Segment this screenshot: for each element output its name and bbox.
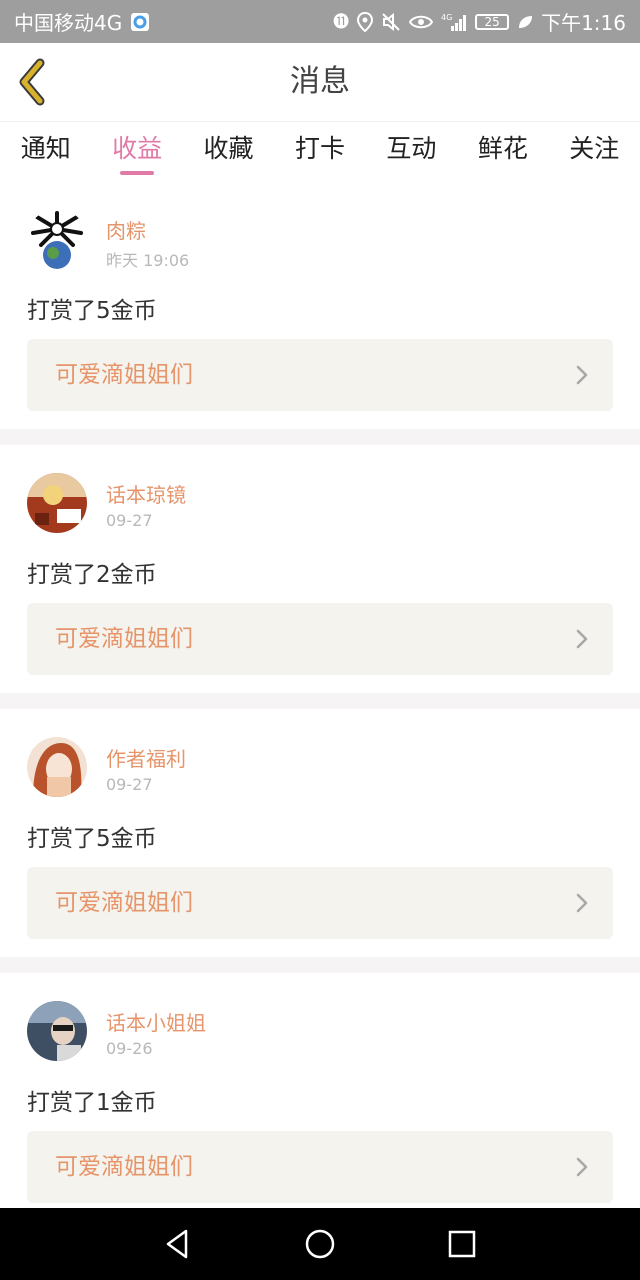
- avatar-image: [27, 737, 87, 797]
- status-bar: 中国移动4G ⓫ 4G 25 下午1:16: [0, 0, 640, 43]
- home-circle-icon[interactable]: [302, 1226, 338, 1262]
- work-title: 可爱滴姐姐们: [55, 890, 193, 916]
- chevron-right-icon: [576, 893, 588, 913]
- avatar[interactable]: [27, 209, 87, 269]
- tab-flowers[interactable]: 鲜花: [474, 121, 532, 181]
- system-nav-bar: [0, 1208, 640, 1280]
- svg-text:4G: 4G: [441, 13, 452, 22]
- tab-label: 鲜花: [477, 134, 528, 163]
- avatar[interactable]: [27, 473, 87, 533]
- timestamp: 09-27: [106, 511, 153, 530]
- avatar[interactable]: [27, 737, 87, 797]
- list-item: 话本琼镜 09-27 打赏了2金币 可爱滴姐姐们: [0, 445, 640, 693]
- timestamp: 昨天 19:06: [106, 251, 190, 270]
- timestamp: 09-26: [106, 1039, 153, 1058]
- clock: 下午1:16: [541, 11, 626, 35]
- message-text: 打赏了5金币: [27, 826, 157, 852]
- tab-label: 收藏: [203, 134, 254, 163]
- avatar[interactable]: [27, 1001, 87, 1061]
- tab-interaction[interactable]: 互动: [382, 121, 440, 181]
- active-tab-indicator: [120, 171, 155, 175]
- page-title: 消息: [290, 64, 350, 99]
- work-link[interactable]: 可爱滴姐姐们: [27, 1131, 613, 1203]
- work-link[interactable]: 可爱滴姐姐们: [27, 339, 613, 411]
- back-triangle-icon[interactable]: [160, 1226, 196, 1262]
- carrier-label: 中国移动4G: [14, 11, 123, 35]
- divider: [0, 693, 640, 709]
- username[interactable]: 话本小姐姐: [106, 1007, 206, 1036]
- chevron-right-icon: [576, 629, 588, 649]
- tab-label: 通知: [20, 134, 71, 163]
- eye-icon: [409, 15, 434, 28]
- app-notification-icon: [131, 12, 150, 31]
- tab-notifications[interactable]: 通知: [17, 121, 75, 181]
- tab-following[interactable]: 关注: [565, 121, 623, 181]
- tab-earnings[interactable]: 收益: [108, 121, 166, 181]
- list-item: 话本小姐姐 09-26 打赏了1金币 可爱滴姐姐们: [0, 973, 640, 1221]
- battery-icon: 25: [475, 13, 510, 30]
- divider: [0, 429, 640, 445]
- tab-label: 收益: [112, 134, 163, 163]
- recents-square-icon[interactable]: [444, 1226, 480, 1262]
- message-text: 打赏了5金币: [27, 298, 157, 324]
- avatar-image: [27, 1001, 87, 1061]
- username[interactable]: 话本琼镜: [106, 479, 186, 508]
- battery-level: 25: [484, 14, 500, 29]
- username[interactable]: 肉粽: [106, 215, 146, 244]
- message-text: 打赏了2金币: [27, 562, 157, 588]
- leaf-icon: [519, 15, 533, 28]
- list-item: 作者福利 09-27 打赏了5金币 可爱滴姐姐们: [0, 709, 640, 957]
- divider: [0, 957, 640, 973]
- avatar-image: [27, 209, 87, 269]
- avatar-image: [27, 473, 87, 533]
- message-text: 打赏了1金币: [27, 1090, 157, 1116]
- tab-favorites[interactable]: 收藏: [200, 121, 258, 181]
- work-title: 可爱滴姐姐们: [55, 362, 193, 388]
- work-link[interactable]: 可爱滴姐姐们: [27, 603, 613, 675]
- chevron-right-icon: [576, 1157, 588, 1177]
- tab-label: 互动: [386, 134, 437, 163]
- username[interactable]: 作者福利: [106, 743, 186, 772]
- location-icon: [357, 11, 374, 32]
- list-item: 肉粽 昨天 19:06 打赏了5金币 可爱滴姐姐们: [0, 181, 640, 429]
- signal-icon: 4G: [441, 13, 467, 31]
- work-title: 可爱滴姐姐们: [55, 1154, 193, 1180]
- tab-checkin[interactable]: 打卡: [291, 121, 349, 181]
- work-title: 可爱滴姐姐们: [55, 626, 193, 652]
- hd-icon: ⓫: [333, 11, 350, 31]
- tab-label: 打卡: [294, 134, 345, 163]
- tab-label: 关注: [569, 134, 620, 163]
- chevron-right-icon: [576, 365, 588, 385]
- app-header: 消息: [0, 43, 640, 122]
- work-link[interactable]: 可爱滴姐姐们: [27, 867, 613, 939]
- timestamp: 09-27: [106, 775, 153, 794]
- tab-bar: 通知 收益 收藏 打卡 互动 鲜花 关注: [0, 121, 640, 181]
- mute-icon: [382, 12, 400, 31]
- message-list: 肉粽 昨天 19:06 打赏了5金币 可爱滴姐姐们 话本琼镜 09-27 打赏了…: [0, 181, 640, 1221]
